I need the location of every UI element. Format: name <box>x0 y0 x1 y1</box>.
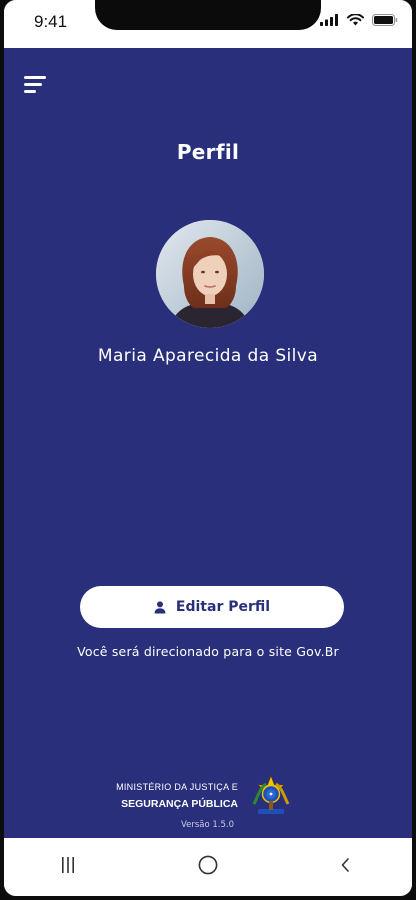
ministry-line1: MINISTÉRIO DA JUSTIÇA E <box>116 782 238 792</box>
ministry-footer: MINISTÉRIO DA JUSTIÇA E SEGURANÇA PÚBLIC… <box>4 772 412 832</box>
phone-frame: 9:41 Perfil Maria Aparecida da Silva Edi… <box>0 0 416 900</box>
app-version: Versão 1.5.0 <box>180 820 234 830</box>
signal-icon <box>320 14 338 26</box>
ministry-text: MINISTÉRIO DA JUSTIÇA E SEGURANÇA PÚBLIC… <box>104 782 238 810</box>
redirect-note: Você será direcionado para o site Gov.Br <box>77 644 339 659</box>
wifi-icon <box>347 14 364 26</box>
battery-icon <box>372 14 398 26</box>
system-nav-bar <box>4 838 412 896</box>
user-avatar-photo <box>156 220 264 328</box>
screen: 9:41 Perfil Maria Aparecida da Silva Edi… <box>4 0 412 896</box>
ministry-line2: SEGURANÇA PÚBLICA <box>121 798 238 810</box>
back-icon[interactable] <box>338 854 352 876</box>
page-title: Perfil <box>176 140 240 164</box>
status-icons <box>320 14 398 26</box>
edit-profile-button[interactable]: Editar Perfil <box>80 586 344 628</box>
user-name: Maria Aparecida da Silva <box>97 346 319 366</box>
user-icon <box>154 600 166 613</box>
status-time: 9:41 <box>34 12 68 31</box>
hamburger-menu-icon[interactable] <box>24 76 48 94</box>
profile-screen: Perfil Maria Aparecida da Silva Editar P… <box>4 48 412 838</box>
edit-profile-label: Editar Perfil <box>175 599 271 615</box>
avatar <box>156 220 264 328</box>
camera-notch <box>95 0 321 30</box>
home-icon[interactable] <box>196 854 220 876</box>
brazil-coat-of-arms-icon <box>252 775 290 814</box>
recent-apps-icon[interactable] <box>60 854 76 876</box>
status-bar: 9:41 <box>4 0 412 48</box>
